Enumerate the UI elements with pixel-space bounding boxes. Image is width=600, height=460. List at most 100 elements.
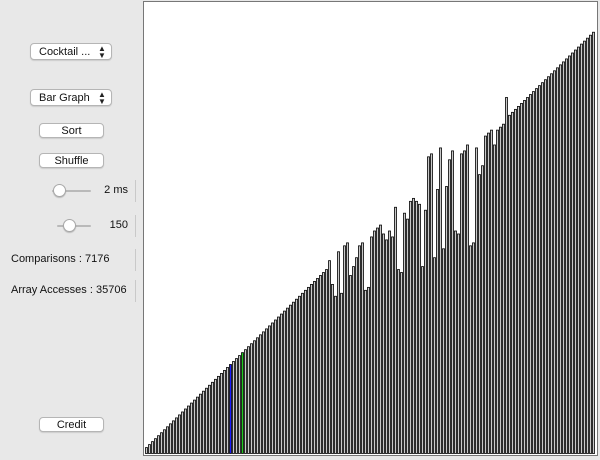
array-bar [292, 301, 295, 454]
array-bar [223, 370, 226, 454]
array-bar [325, 269, 328, 454]
array-bar [538, 85, 541, 454]
array-bar [265, 328, 268, 454]
array-bar [322, 272, 325, 454]
array-bar [169, 423, 172, 454]
array-bar [205, 387, 208, 454]
credit-button-label: Credit [56, 418, 87, 431]
shuffle-button[interactable]: Shuffle [39, 153, 104, 168]
credit-button[interactable]: Credit [39, 417, 104, 432]
array-bar [589, 34, 592, 454]
array-bar [151, 441, 154, 454]
array-bar [583, 40, 586, 454]
array-bar [274, 319, 277, 454]
sort-button[interactable]: Sort [39, 123, 104, 138]
array-bar [445, 186, 448, 454]
array-bar [592, 31, 595, 454]
array-bar [427, 156, 430, 454]
view-select-value: Bar Graph [39, 91, 90, 104]
array-bar [586, 37, 589, 454]
array-bar [430, 153, 433, 454]
array-bar [436, 189, 439, 454]
array-bar [250, 343, 253, 454]
comparisons-counter: Comparisons : 7176 [11, 253, 110, 265]
array-bar [559, 64, 562, 454]
array-bar [556, 67, 559, 454]
array-bar [247, 346, 250, 454]
array-bar [565, 58, 568, 454]
array-bar [301, 292, 304, 454]
array-bar [178, 414, 181, 454]
array-bar [406, 218, 409, 454]
array-bar [424, 209, 427, 454]
array-bar [454, 230, 457, 454]
array-bar [379, 224, 382, 454]
array-bar [415, 200, 418, 454]
array-bar [562, 61, 565, 454]
array-bar [163, 429, 166, 454]
algorithm-select[interactable]: Cocktail ... ▲ ▼ [30, 43, 112, 60]
array-bar [571, 52, 574, 454]
array-size-slider[interactable] [57, 219, 91, 233]
array-bar [229, 364, 232, 454]
array-bar [361, 242, 364, 454]
array-bar [520, 103, 523, 454]
array-bar [394, 206, 397, 454]
array-bar [157, 435, 160, 454]
array-bar [214, 378, 217, 454]
array-bar [403, 212, 406, 454]
divider [135, 280, 136, 302]
delay-slider-knob[interactable] [53, 184, 67, 197]
array-bar [196, 396, 199, 454]
array-bar [175, 417, 178, 454]
array-bar [289, 304, 292, 454]
array-bar [154, 438, 157, 454]
array-bar [421, 266, 424, 454]
updown-chevron-icon: ▲ ▼ [98, 89, 106, 106]
array-bar [286, 307, 289, 454]
array-bar [331, 283, 334, 454]
array-bar [235, 358, 238, 454]
array-bar [172, 420, 175, 454]
array-bar [574, 49, 577, 454]
array-bar [259, 334, 262, 454]
array-bar [523, 100, 526, 454]
array-bar [418, 203, 421, 454]
array-bar [472, 242, 475, 454]
array-bar [448, 159, 451, 454]
array-bar [487, 132, 490, 454]
array-bar [316, 278, 319, 454]
array-bar [271, 322, 274, 454]
bar-graph [145, 31, 595, 454]
array-bar [451, 150, 454, 454]
view-select[interactable]: Bar Graph ▲ ▼ [30, 89, 112, 106]
array-bar [319, 275, 322, 454]
array-bar [391, 236, 394, 454]
array-bar [217, 375, 220, 454]
array-bar [376, 227, 379, 454]
array-bar [355, 257, 358, 454]
array-bar [553, 70, 556, 454]
array-bar [547, 76, 550, 454]
array-bar [496, 129, 499, 454]
array-bar [466, 144, 469, 454]
array-bar [529, 94, 532, 454]
array-bar [385, 239, 388, 454]
updown-chevron-icon: ▲ ▼ [98, 43, 106, 60]
array-bar [577, 46, 580, 454]
array-size-slider-knob[interactable] [63, 219, 77, 232]
delay-slider[interactable] [52, 184, 91, 198]
array-bar [199, 393, 202, 454]
array-bar [463, 150, 466, 454]
array-bar [232, 361, 235, 454]
array-bar [241, 352, 244, 454]
array-size-value: 150 [109, 219, 128, 231]
array-bar [535, 88, 538, 454]
array-bar [193, 399, 196, 454]
array-bar [541, 82, 544, 454]
array-bar [484, 135, 487, 454]
control-sidebar: Cocktail ... ▲ ▼ Bar Graph ▲ ▼ Sort Shuffl… [0, 0, 143, 460]
array-bar [337, 251, 340, 454]
array-bar [490, 129, 493, 454]
array-bar [238, 355, 241, 454]
